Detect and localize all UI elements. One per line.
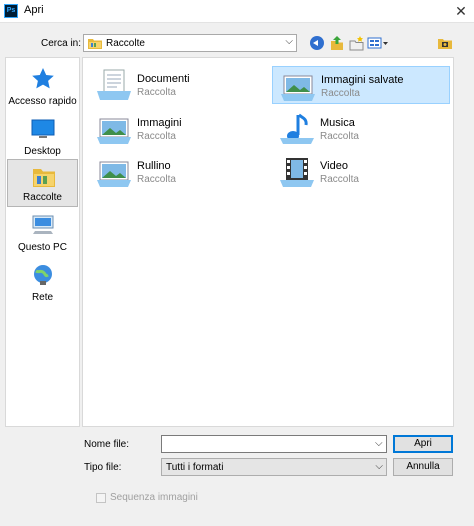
photoshop-icon: Ps [4, 4, 18, 18]
library-item-pictures[interactable]: Immagini Raccolta [89, 110, 267, 148]
places-bar: Accesso rapido Desktop Raccolte Questo P… [5, 57, 80, 427]
item-type: Raccolta [137, 174, 176, 185]
filename-input[interactable] [161, 435, 387, 453]
place-label: Accesso rapido [8, 96, 77, 107]
video-library-icon [280, 158, 314, 187]
item-name: Immagini [137, 117, 182, 129]
photo-folder-icon[interactable] [437, 35, 453, 51]
computer-icon [32, 215, 54, 234]
pictures-library-icon [97, 161, 131, 187]
item-type: Raccolta [320, 131, 359, 142]
new-folder-icon[interactable] [349, 35, 365, 51]
place-libraries[interactable]: Raccolte [7, 159, 78, 207]
place-label: Raccolte [23, 192, 62, 203]
open-button[interactable]: Apri [393, 435, 453, 453]
window-title: Apri [24, 4, 44, 16]
back-icon[interactable] [310, 36, 324, 50]
library-item-camera-roll[interactable]: Rullino Raccolta [89, 153, 267, 191]
up-folder-icon[interactable] [330, 35, 344, 51]
item-type: Raccolta [321, 88, 360, 99]
documents-library-icon [97, 69, 131, 100]
place-desktop[interactable]: Desktop [7, 112, 78, 160]
pictures-library-icon [281, 75, 315, 101]
title-bar: Ps Apri ✕ [0, 0, 474, 23]
cancel-button[interactable]: Annulla [393, 458, 453, 476]
library-item-saved-pictures[interactable]: Immagini salvate Raccolta [272, 66, 450, 104]
filetype-dropdown[interactable]: Tutti i formati ⌵ [161, 458, 387, 476]
chevron-down-icon[interactable]: ⌵ [375, 438, 383, 449]
libraries-folder-icon [88, 38, 102, 52]
filename-label: Nome file: [84, 439, 130, 450]
close-button[interactable]: ✕ [448, 0, 474, 22]
file-list[interactable]: Documenti Raccolta Immagini salvate Racc… [82, 57, 454, 427]
lookin-value: Raccolte [106, 38, 145, 49]
filetype-value: Tutti i formati [166, 462, 224, 473]
network-icon [34, 265, 52, 285]
item-name: Immagini salvate [321, 74, 404, 86]
item-type: Raccolta [320, 174, 359, 185]
place-network[interactable]: Rete [7, 258, 78, 306]
item-name: Musica [320, 117, 355, 129]
item-name: Rullino [137, 160, 171, 172]
place-label: Questo PC [18, 242, 67, 253]
item-type: Raccolta [137, 131, 176, 142]
library-item-videos[interactable]: Video Raccolta [272, 153, 450, 191]
item-name: Video [320, 160, 348, 172]
pictures-library-icon [97, 118, 131, 144]
music-library-icon [280, 113, 314, 144]
image-sequence-label: Sequenza immagini [110, 492, 198, 503]
item-name: Documenti [137, 73, 190, 85]
image-sequence-checkbox[interactable] [96, 493, 106, 503]
lookin-label: Cerca in: [41, 38, 82, 49]
chevron-down-icon: ⌵ [375, 461, 383, 472]
place-label: Rete [31, 292, 54, 303]
chevron-down-icon: ⌵ [285, 36, 293, 47]
filetype-label: Tipo file: [84, 462, 122, 473]
item-type: Raccolta [137, 87, 176, 98]
lookin-dropdown[interactable]: Raccolte ⌵ [83, 34, 297, 52]
libraries-icon [33, 169, 55, 187]
library-item-music[interactable]: Musica Raccolta [272, 110, 450, 148]
place-this-pc[interactable]: Questo PC [7, 208, 78, 256]
place-quick-access[interactable]: Accesso rapido [7, 62, 78, 110]
desktop-icon [31, 119, 55, 138]
place-label: Desktop [24, 146, 61, 157]
library-item-documents[interactable]: Documenti Raccolta [89, 66, 267, 104]
view-menu-icon[interactable] [367, 35, 389, 51]
star-icon [32, 68, 54, 89]
